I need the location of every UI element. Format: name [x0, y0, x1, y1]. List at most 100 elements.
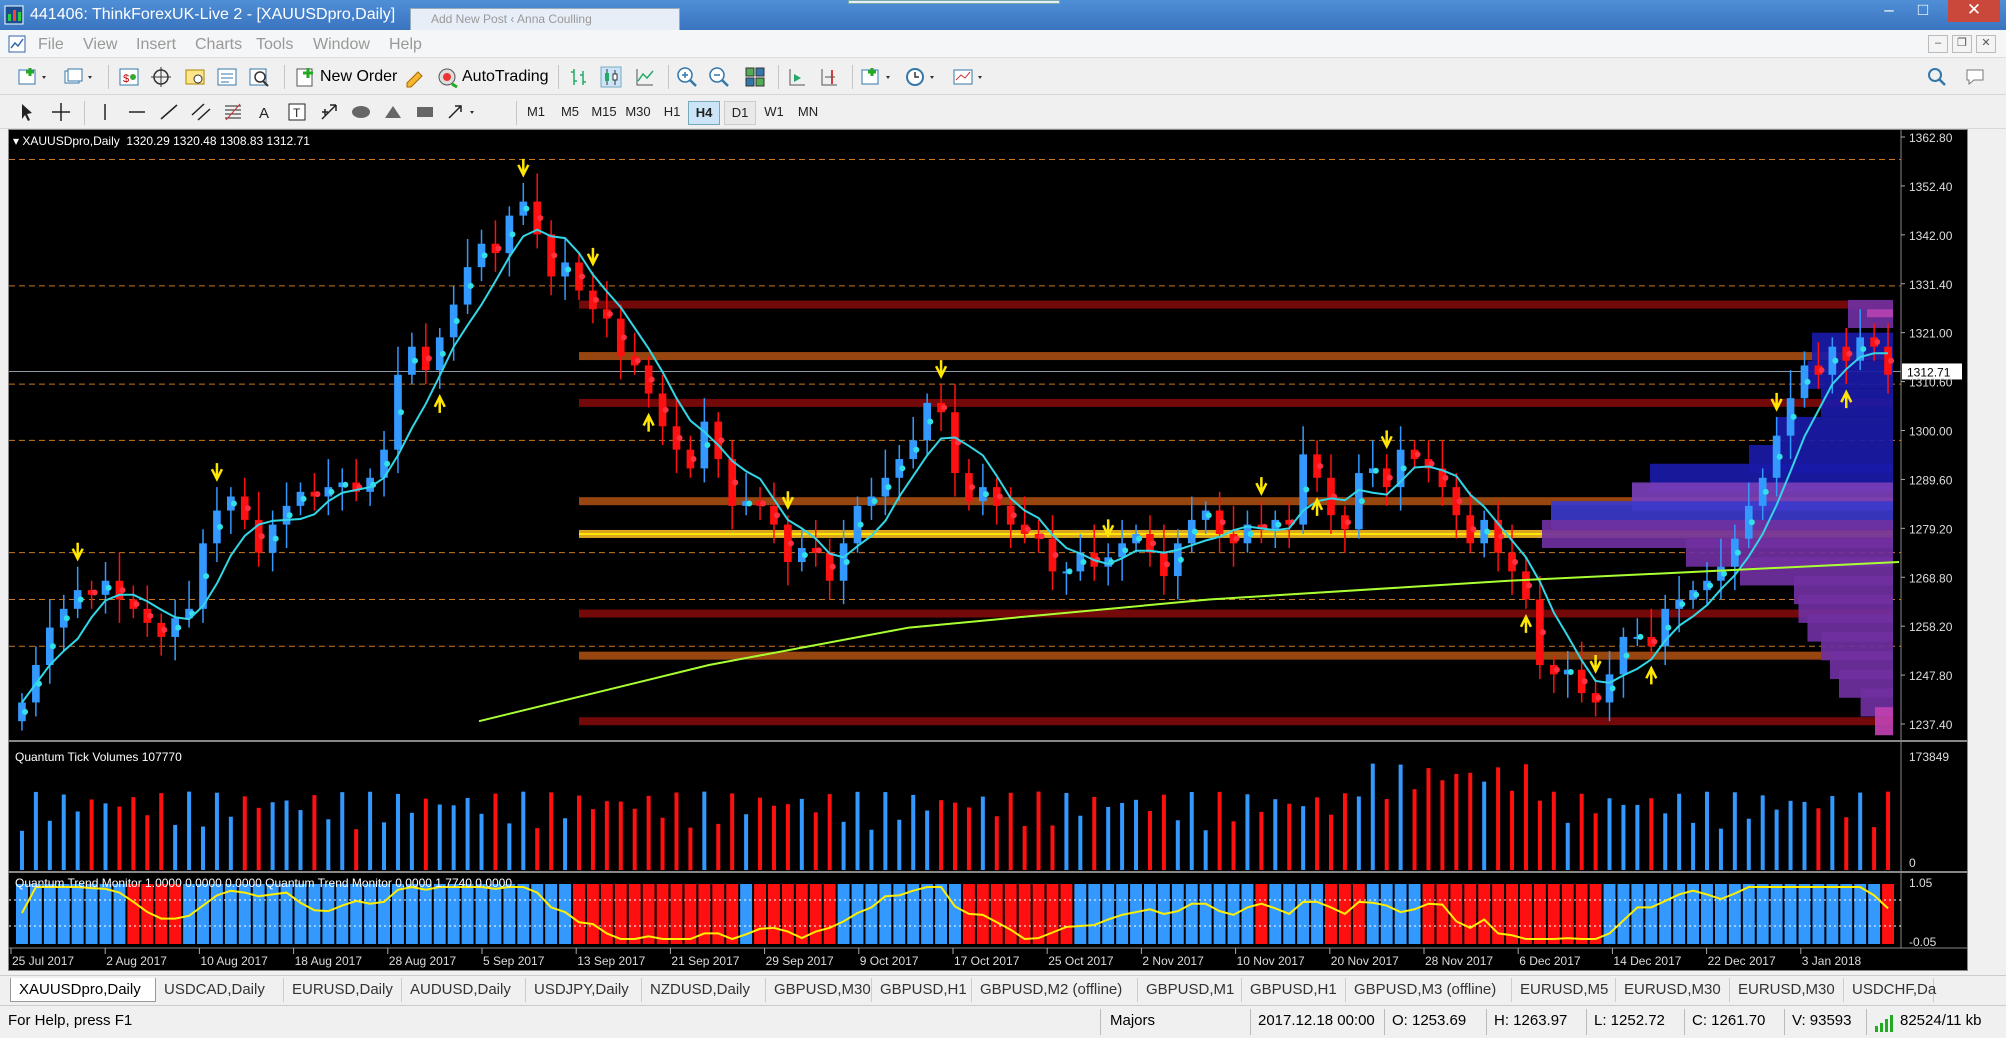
chart-window[interactable]: 1312.71 1362.80 1352.40 1342.00 1331.40 1321.… [8, 129, 1968, 971]
zoom-in-button[interactable] [676, 64, 698, 90]
chart-tabs: XAUUSDpro,Daily USDCAD,Daily EURUSD,Daily A… [0, 975, 2006, 1003]
candle-dot [216, 523, 223, 530]
trend-bar [183, 884, 196, 944]
templates-button[interactable] [952, 64, 988, 90]
chart-tab[interactable]: GBPUSD,H1 [1242, 978, 1346, 1002]
menu-help[interactable]: Help [389, 36, 422, 54]
price-zone[interactable] [579, 398, 1893, 407]
timeframe-m15[interactable]: M15 [588, 101, 620, 125]
chart-tab[interactable]: USDCAD,Daily [156, 978, 284, 1002]
mdi-restore-icon[interactable]: ❐ [1952, 35, 1972, 53]
chart-tab[interactable]: USDJPY,Daily [526, 978, 642, 1002]
metaeditor-button[interactable] [404, 64, 426, 90]
market-watch-button[interactable]: $ [118, 64, 140, 90]
objects-icon [448, 105, 474, 119]
trend-bar [1422, 884, 1435, 944]
price-zone[interactable] [579, 717, 1893, 726]
menu-window[interactable]: Window [313, 36, 370, 54]
menu-tools[interactable]: Tools [256, 36, 293, 54]
timeframe-h4[interactable]: H4 [688, 101, 720, 125]
collapse-arrow-icon[interactable]: ▾ [13, 134, 19, 148]
bar-chart-button[interactable] [568, 64, 590, 90]
chart-tab[interactable]: GBPUSD,H1 [872, 978, 972, 1002]
price-chart[interactable]: 1312.711362.801352.401342.001331.401321.… [9, 130, 1967, 970]
chart-tab[interactable]: EURUSD,M5 [1512, 978, 1616, 1002]
timeframe-m1[interactable]: M1 [520, 101, 552, 125]
timeframe-d1[interactable]: D1 [724, 101, 756, 125]
rect-shape-button[interactable] [414, 99, 436, 125]
menu-insert[interactable]: Insert [136, 36, 176, 54]
volume-bar [1189, 791, 1194, 870]
maximize-icon[interactable]: □ [1906, 0, 1940, 22]
connection-bars-icon[interactable] [1874, 1013, 1896, 1033]
menu-charts[interactable]: Charts [195, 36, 242, 54]
chart-tab[interactable]: EURUSD,M30 [1616, 978, 1730, 1002]
text-label-icon: T [288, 103, 306, 121]
volume-bar [298, 810, 303, 870]
chart-tab[interactable]: EURUSD,Daily [284, 978, 402, 1002]
mdi-close-icon[interactable]: ✕ [1976, 35, 1996, 53]
text-button[interactable]: A [254, 99, 276, 125]
equidistant-channel-button[interactable] [190, 99, 212, 125]
timeframe-h1[interactable]: H1 [656, 101, 688, 125]
date-tick-label: 9 Oct 2017 [860, 954, 919, 968]
crosshair-button[interactable] [50, 99, 72, 125]
indicators-button[interactable] [860, 64, 896, 90]
chart-window-icon[interactable] [8, 35, 26, 53]
timeframe-m5[interactable]: M5 [554, 101, 586, 125]
autotrading-button[interactable]: AutoTrading [436, 64, 549, 90]
mdi-minimize-icon[interactable]: – [1928, 35, 1948, 53]
rectangle-button[interactable] [350, 99, 372, 125]
timeframe-mn[interactable]: MN [792, 101, 824, 125]
data-window-button[interactable] [150, 64, 172, 90]
zoom-out-button[interactable] [708, 64, 730, 90]
chart-tab[interactable]: AUDUSD,Daily [402, 978, 526, 1002]
volume-bar [451, 805, 456, 870]
chart-tab[interactable]: XAUUSDpro,Daily [10, 978, 156, 1002]
search-button[interactable] [1926, 64, 1948, 90]
new-order-button[interactable]: New Order [294, 64, 397, 90]
candlestick-chart-button[interactable] [600, 64, 622, 90]
chart-tab[interactable]: EURUSD,M30 [1730, 978, 1844, 1002]
price-zone[interactable] [579, 300, 1893, 309]
arrows-button[interactable] [318, 99, 340, 125]
chart-tab[interactable]: GBPUSD,M1 [1138, 978, 1242, 1002]
periods-button[interactable] [904, 64, 940, 90]
timeframe-w1[interactable]: W1 [758, 101, 790, 125]
candle-dot [565, 266, 572, 273]
timeframe-m30[interactable]: M30 [622, 101, 654, 125]
triangle-button[interactable] [382, 99, 404, 125]
chart-tab[interactable]: USDCHF,Da [1844, 978, 1936, 1002]
line-chart-button[interactable] [634, 64, 656, 90]
text-label-button[interactable]: T [286, 99, 308, 125]
status-profile[interactable]: Majors [1110, 1012, 1155, 1029]
chart-tab[interactable]: GBPUSD,M2 (offline) [972, 978, 1138, 1002]
fibonacci-button[interactable] [222, 99, 244, 125]
tile-windows-button[interactable] [744, 64, 766, 90]
menu-file[interactable]: File [38, 36, 64, 54]
objects-dropdown-button[interactable] [446, 99, 482, 125]
chart-shift-button[interactable] [818, 64, 840, 90]
close-icon[interactable]: ✕ [1948, 0, 2000, 22]
cursor-button[interactable] [16, 99, 38, 125]
vertical-line-button[interactable] [94, 99, 116, 125]
horizontal-line-button[interactable] [126, 99, 148, 125]
chart-tab[interactable]: GBPUSD,M30 [766, 978, 872, 1002]
navigator-button[interactable] [184, 64, 206, 90]
profiles-button[interactable] [62, 64, 96, 90]
tester-button[interactable] [248, 64, 270, 90]
minimize-icon[interactable]: – [1872, 0, 1906, 22]
terminal-button[interactable] [216, 64, 238, 90]
new-chart-button[interactable] [16, 64, 50, 90]
menu-view[interactable]: View [83, 36, 117, 54]
chart-tab[interactable]: GBPUSD,M3 (offline) [1346, 978, 1512, 1002]
background-browser-tab[interactable]: Add New Post ‹ Anna Coulling [410, 8, 680, 30]
chat-button[interactable] [1964, 64, 1988, 90]
volume-bar [716, 823, 721, 870]
slow-moving-average[interactable] [478, 561, 1900, 723]
trendline-button[interactable] [158, 99, 180, 125]
autoscroll-button[interactable] [786, 64, 808, 90]
chart-tab[interactable]: NZDUSD,Daily [642, 978, 766, 1002]
volume-bar [646, 795, 651, 870]
price-zone[interactable] [579, 352, 1893, 361]
